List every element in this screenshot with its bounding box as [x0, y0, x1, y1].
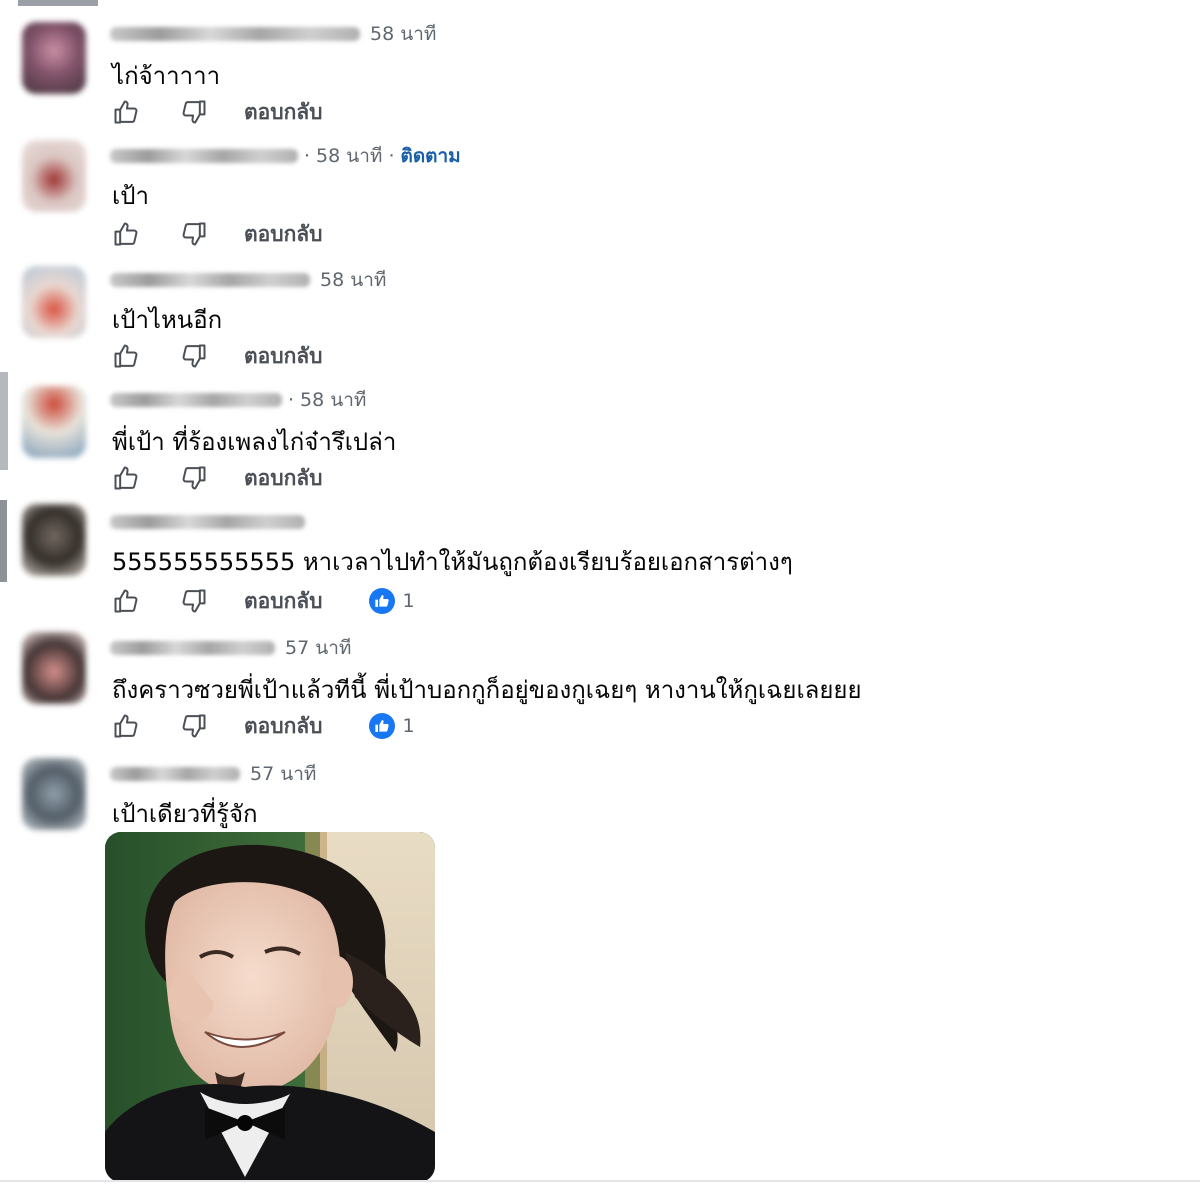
separator-dot: ·	[304, 145, 311, 167]
comment-photo[interactable]	[105, 832, 435, 1182]
dislike-icon[interactable]	[178, 340, 210, 372]
reply-button[interactable]: ตอบกลับ	[244, 462, 323, 495]
reply-button[interactable]: ตอบกลับ	[244, 96, 323, 129]
like-icon[interactable]	[110, 710, 142, 742]
like-icon[interactable]	[110, 218, 142, 250]
comment-actions: ตอบกลับ	[110, 338, 323, 374]
comment-meta	[110, 510, 305, 534]
comment-text: เป้าไหนอีก	[112, 306, 223, 334]
reaction-summary[interactable]: 1	[368, 713, 415, 739]
comment-time[interactable]: 58 นาที	[300, 385, 366, 415]
like-icon[interactable]	[110, 585, 142, 617]
comment-time[interactable]: 58 นาที	[316, 141, 382, 171]
comment-text: เป้าเดียวที่รู้จัก	[112, 800, 258, 828]
comment-actions: ตอบกลับ	[110, 94, 323, 130]
avatar[interactable]	[22, 758, 86, 830]
avatar[interactable]	[22, 504, 86, 576]
comment-time[interactable]: 57 นาที	[285, 633, 351, 663]
dislike-icon[interactable]	[178, 462, 210, 494]
comment-meta: 57 นาที	[110, 636, 351, 660]
avatar[interactable]	[22, 632, 86, 704]
reaction-summary[interactable]: 1	[368, 588, 415, 614]
like-reaction-icon	[368, 588, 395, 614]
previous-comment-remnant	[18, 0, 98, 6]
comment-item: 57 นาที ถึงคราวซวยพี่เป้าแล้วทีนี้ พี่เป…	[0, 624, 1200, 750]
reply-button[interactable]: ตอบกลับ	[244, 340, 323, 373]
avatar[interactable]	[22, 266, 86, 338]
author-name[interactable]	[110, 273, 310, 287]
like-icon[interactable]	[110, 462, 142, 494]
dislike-icon[interactable]	[178, 218, 210, 250]
comment-item: · 58 นาที พี่เป้า ที่ร้องเพลงไก่จ๋ารึเปล…	[0, 376, 1200, 496]
comment-item: 58 นาที เป้าไหนอีก ตอบกลับ	[0, 254, 1200, 374]
comment-text: พี่เป้า ที่ร้องเพลงไก่จ๋ารึเปล่า	[112, 428, 397, 456]
author-name[interactable]	[110, 767, 240, 781]
comment-item: 58 นาที ไก่จ้าาาาา ตอบกลับ	[0, 10, 1200, 130]
comment-time[interactable]: 57 นาที	[250, 759, 316, 789]
author-name[interactable]	[110, 515, 305, 529]
dislike-icon[interactable]	[178, 96, 210, 128]
comment-time[interactable]: 58 นาที	[370, 19, 436, 49]
comment-meta: · 58 นาที · ติดตาม	[110, 144, 461, 168]
comment-meta: 58 นาที	[110, 22, 436, 46]
comment-text: ถึงคราวซวยพี่เป้าแล้วทีนี้ พี่เป้าบอกกูก…	[112, 676, 862, 704]
reaction-count: 1	[402, 715, 415, 737]
avatar[interactable]	[22, 386, 86, 458]
author-name[interactable]	[110, 27, 360, 41]
comment-meta: 58 นาที	[110, 268, 386, 292]
author-name[interactable]	[110, 393, 282, 407]
comment-time[interactable]: 58 นาที	[320, 265, 386, 295]
reaction-count: 1	[402, 590, 415, 612]
comment-item: · 58 นาที · ติดตาม เป้า ตอบกลับ	[0, 132, 1200, 252]
comment-text: ไก่จ้าาาาา	[112, 62, 221, 90]
comment-text: 555555555555 หาเวลาไปทำให้มันถูกต้องเรีย…	[112, 548, 793, 576]
separator-dot: ·	[388, 145, 395, 167]
comment-item: 555555555555 หาเวลาไปทำให้มันถูกต้องเรีย…	[0, 498, 1200, 622]
comment-text: เป้า	[112, 182, 149, 210]
comment-actions: ตอบกลับ	[110, 460, 323, 496]
divider	[0, 1180, 1200, 1182]
reply-button[interactable]: ตอบกลับ	[244, 585, 323, 618]
follow-link[interactable]: ติดตาม	[401, 141, 461, 171]
comment-meta: 57 นาที	[110, 762, 316, 786]
comment-meta: · 58 นาที	[110, 388, 366, 412]
avatar[interactable]	[22, 140, 86, 212]
reply-button[interactable]: ตอบกลับ	[244, 710, 323, 743]
separator-dot: ·	[288, 389, 295, 411]
comment-actions: ตอบกลับ	[110, 216, 323, 252]
comment-actions: ตอบกลับ 1	[110, 583, 415, 619]
dislike-icon[interactable]	[178, 710, 210, 742]
like-icon[interactable]	[110, 340, 142, 372]
reply-button[interactable]: ตอบกลับ	[244, 218, 323, 251]
dislike-icon[interactable]	[178, 585, 210, 617]
like-icon[interactable]	[110, 96, 142, 128]
avatar[interactable]	[22, 22, 86, 94]
author-name[interactable]	[110, 149, 298, 163]
author-name[interactable]	[110, 641, 275, 655]
photo-illustration	[105, 832, 435, 1182]
like-reaction-icon	[368, 713, 395, 739]
comment-actions: ตอบกลับ 1	[110, 708, 415, 744]
